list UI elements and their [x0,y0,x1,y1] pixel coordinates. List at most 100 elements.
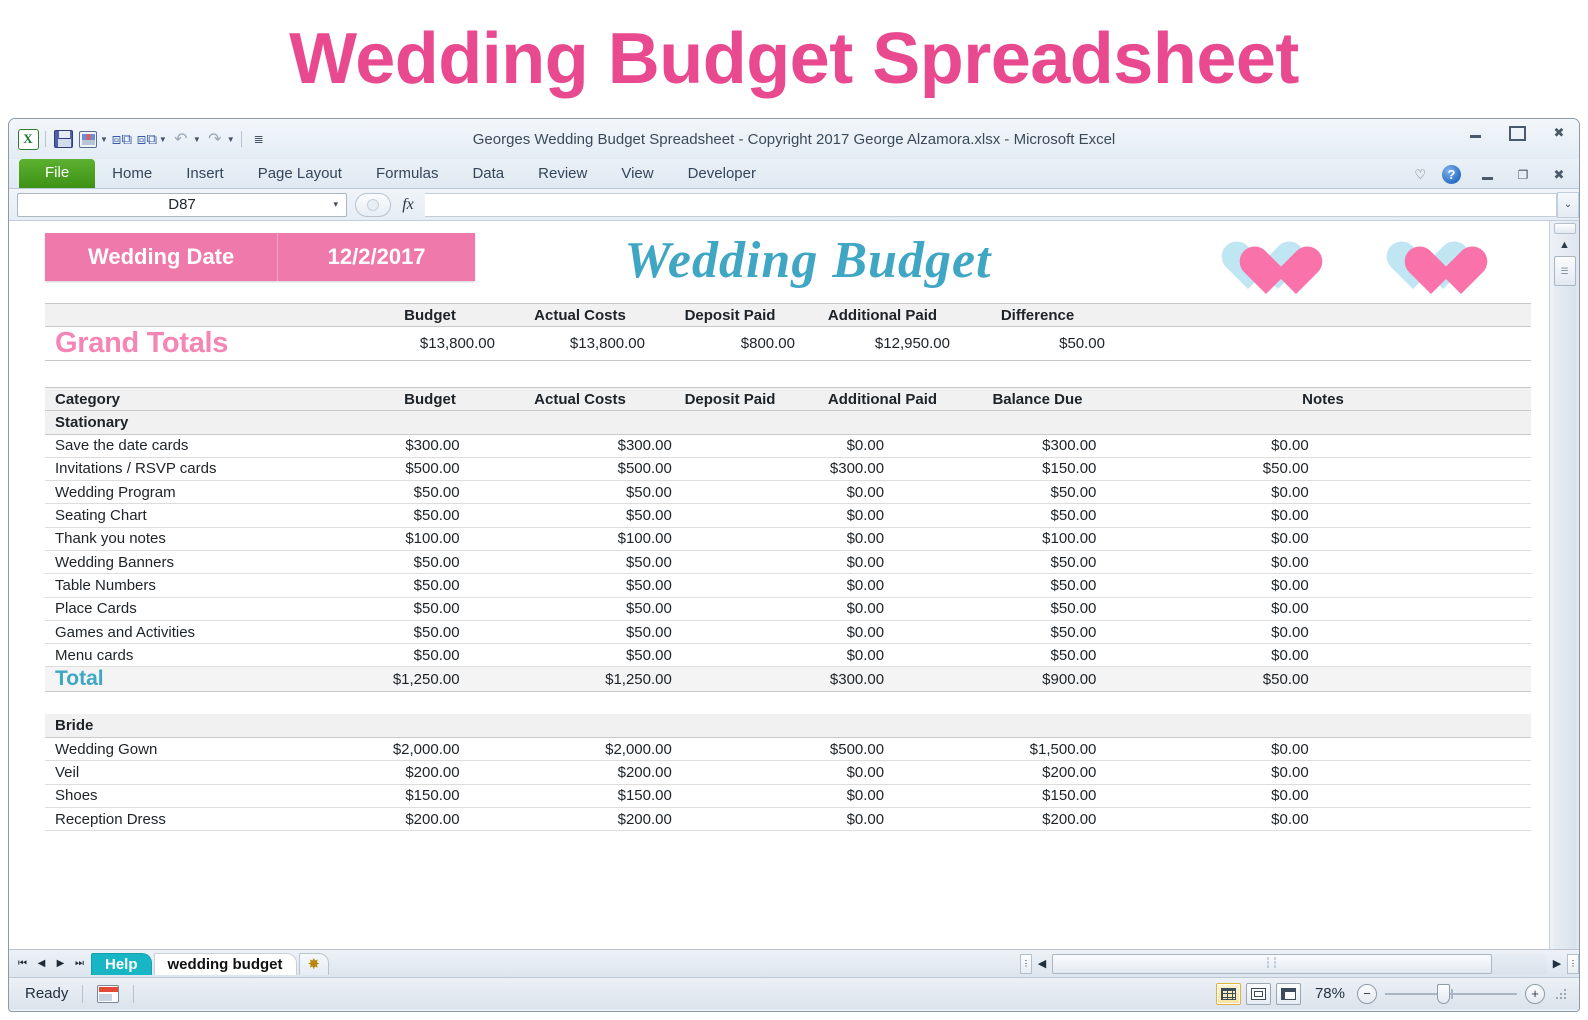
cell-actual[interactable]: $50.00 [470,481,682,504]
redo-icon[interactable]: ↷ [204,128,226,150]
cell-additional[interactable]: $1,500.00 [894,737,1106,760]
window-resize-grip[interactable] [1555,987,1569,1001]
cell-notes[interactable] [1319,737,1531,760]
cell-notes[interactable] [1319,597,1531,620]
cell-notes[interactable] [1319,550,1531,573]
cell-actual[interactable]: $50.00 [470,574,682,597]
table-row[interactable]: Menu cards$50.00$50.00$0.00$50.00$0.00 [45,644,1531,667]
ribbon-options-icon[interactable]: ♡ [1414,167,1426,183]
cell-actual[interactable]: $200.00 [470,761,682,784]
table-row[interactable]: Wedding Gown$2,000.00$2,000.00$500.00$1,… [45,737,1531,760]
cell-balance[interactable]: $0.00 [1106,737,1318,760]
cell-name[interactable]: Wedding Gown [45,737,257,760]
cell-notes[interactable] [1319,761,1531,784]
cell-actual[interactable]: $50.00 [470,620,682,643]
cell-balance[interactable]: $0.00 [1106,504,1318,527]
table-row[interactable]: Shoes$150.00$150.00$0.00$150.00$0.00 [45,784,1531,807]
worksheet[interactable]: Wedding Date 12/2/2017 Wedding Budget [9,221,1549,949]
cell-deposit[interactable]: $0.00 [682,434,894,457]
cell-notes[interactable] [1319,504,1531,527]
cell-balance[interactable]: $0.00 [1106,434,1318,457]
cell-name[interactable]: Shoes [45,784,257,807]
cell-actual[interactable]: $300.00 [470,434,682,457]
cell-name[interactable]: Invitations / RSVP cards [45,457,257,480]
undo-dropdown-icon[interactable]: ▼ [193,135,201,144]
customize-qat-icon[interactable]: ≣ [248,128,270,150]
name-box-chevron-down-icon[interactable]: ▾ [333,199,338,210]
cell-name[interactable]: Wedding Program [45,481,257,504]
scroll-left-icon[interactable]: ◀ [1032,954,1052,974]
find-icon[interactable]: ⧈⧉ [111,128,133,150]
zoom-in-button[interactable]: + [1525,984,1545,1004]
cell-additional[interactable]: $50.00 [894,574,1106,597]
zoom-slider-thumb[interactable] [1437,984,1450,1004]
help-icon[interactable]: ? [1442,165,1461,184]
cancel-enter-group[interactable] [355,193,391,217]
cell-name[interactable]: Place Cards [45,597,257,620]
tab-home[interactable]: Home [95,161,169,188]
macro-record-icon[interactable] [97,985,119,1003]
normal-view-button[interactable] [1216,983,1241,1005]
cell-notes[interactable] [1319,434,1531,457]
cell-budget[interactable]: $50.00 [257,504,469,527]
cell-name[interactable]: Thank you notes [45,527,257,550]
cell-additional[interactable]: $50.00 [894,481,1106,504]
table-row[interactable]: Place Cards$50.00$50.00$0.00$50.00$0.00 [45,597,1531,620]
cell-additional[interactable]: $200.00 [894,761,1106,784]
restore-workbook-icon[interactable]: ❐ [1513,167,1533,183]
chevron-down-icon-2[interactable]: ▼ [159,135,167,144]
vertical-scroll-thumb[interactable]: ☰ [1554,256,1576,286]
cell-additional[interactable]: $50.00 [894,550,1106,573]
horizontal-split-handle-right[interactable]: ⋮ [1567,954,1579,974]
horizontal-scroll-thumb[interactable]: ┆┆ [1052,954,1492,974]
cell-actual[interactable]: $100.00 [470,527,682,550]
close-window-icon[interactable]: ✖ [1549,125,1569,141]
tab-formulas[interactable]: Formulas [359,161,456,188]
vertical-scrollbar[interactable]: ▲ ☰ [1549,221,1579,949]
cell-additional[interactable]: $100.00 [894,527,1106,550]
cell-deposit[interactable]: $0.00 [682,574,894,597]
find-replace-icon[interactable]: ⧈⧉ [136,128,158,150]
vertical-split-handle[interactable] [1554,223,1576,234]
cell-notes[interactable] [1319,644,1531,667]
last-sheet-icon[interactable]: ⏭ [70,954,89,974]
cell-name[interactable]: Veil [45,761,257,784]
page-layout-view-button[interactable] [1246,983,1271,1005]
restore-window-icon[interactable] [1507,125,1527,141]
chevron-down-icon[interactable]: ▼ [100,135,108,144]
cell-budget[interactable]: $200.00 [257,761,469,784]
cell-deposit[interactable]: $0.00 [682,784,894,807]
tab-developer[interactable]: Developer [671,161,773,188]
cell-additional[interactable]: $50.00 [894,597,1106,620]
cell-deposit[interactable]: $0.00 [682,807,894,830]
table-row[interactable]: Table Numbers$50.00$50.00$0.00$50.00$0.0… [45,574,1531,597]
cell-budget[interactable]: $50.00 [257,597,469,620]
scroll-right-icon[interactable]: ▶ [1547,954,1567,974]
sheet-tab-wedding-budget[interactable]: wedding budget [154,953,297,975]
tab-review[interactable]: Review [521,161,604,188]
formula-bar[interactable]: D87 ▾ fx ⌄ [9,189,1579,221]
cell-deposit[interactable]: $0.00 [682,644,894,667]
cell-deposit[interactable]: $500.00 [682,737,894,760]
cell-deposit[interactable]: $0.00 [682,504,894,527]
cell-additional[interactable]: $150.00 [894,784,1106,807]
cell-notes[interactable] [1319,574,1531,597]
scroll-up-icon[interactable]: ▲ [1553,234,1577,256]
cell-notes[interactable] [1319,457,1531,480]
cell-budget[interactable]: $50.00 [257,644,469,667]
cell-balance[interactable]: $0.00 [1106,574,1318,597]
redo-dropdown-icon[interactable]: ▼ [227,135,235,144]
cell-additional[interactable]: $50.00 [894,504,1106,527]
cell-budget[interactable]: $2,000.00 [257,737,469,760]
table-row[interactable]: Wedding Banners$50.00$50.00$0.00$50.00$0… [45,550,1531,573]
tab-data[interactable]: Data [455,161,521,188]
cell-budget[interactable]: $50.00 [257,620,469,643]
cell-deposit[interactable]: $0.00 [682,761,894,784]
next-sheet-icon[interactable]: ▶ [51,954,70,974]
cell-deposit[interactable]: $0.00 [682,597,894,620]
cell-balance[interactable]: $0.00 [1106,620,1318,643]
cell-additional[interactable]: $50.00 [894,644,1106,667]
table-row[interactable]: Veil$200.00$200.00$0.00$200.00$0.00 [45,761,1531,784]
zoom-out-button[interactable]: − [1357,984,1377,1004]
ribbon-tab-strip[interactable]: File Home Insert Page Layout Formulas Da… [9,159,1579,189]
